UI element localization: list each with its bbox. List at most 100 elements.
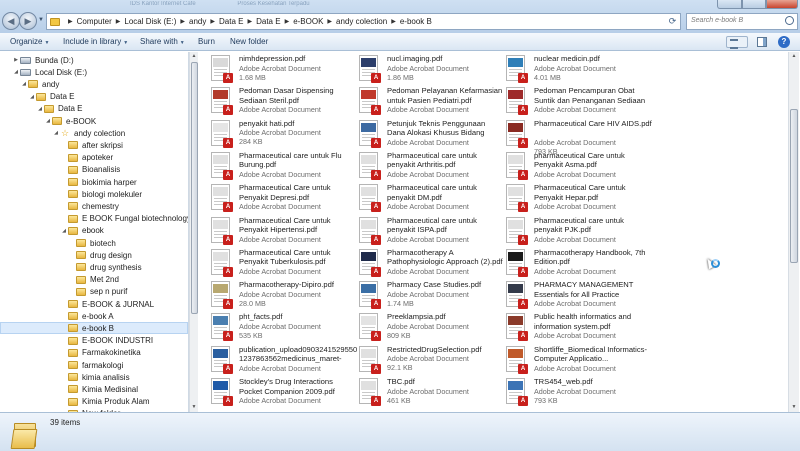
scroll-up-icon[interactable]: ▲: [789, 52, 799, 61]
preview-pane-icon[interactable]: [757, 37, 767, 47]
file-tile[interactable]: A Pharmaceutical care untuk penyakit ISPA…: [359, 215, 507, 247]
file-tile[interactable]: A Public health informatics and informati…: [506, 311, 654, 343]
file-tile[interactable]: A Stockley's Drug Interactions Pocket Com…: [211, 376, 359, 408]
nav-tree-item[interactable]: apoteker: [60, 152, 113, 164]
nav-tree-item[interactable]: biologi molekuler: [60, 188, 142, 200]
expand-arrow-icon[interactable]: ▶: [12, 57, 20, 63]
breadcrumb-separator-icon[interactable]: ▶: [68, 18, 73, 25]
nav-tree-item[interactable]: ◢ ebook: [60, 225, 104, 237]
breadcrumb-item[interactable]: Data E: [256, 17, 280, 26]
breadcrumb-separator-icon[interactable]: ▶: [116, 18, 121, 25]
search-input[interactable]: Search e-book B: [686, 13, 798, 30]
burn-button[interactable]: Burn: [198, 37, 215, 46]
nav-tree-item[interactable]: sep n purif: [68, 286, 127, 298]
file-tile[interactable]: Anuclear medicin.pdf Adobe Acrobat Docume…: [506, 53, 654, 85]
nav-tree-item[interactable]: ◢ Local Disk (E:): [12, 66, 87, 78]
scroll-down-icon[interactable]: ▼: [190, 403, 198, 412]
file-tile[interactable]: A RestrictedDrugSelection.pdf Adobe Acroba…: [359, 344, 507, 376]
nav-tree-item[interactable]: Met 2nd: [68, 274, 119, 286]
file-tile[interactable]: A Pharmaceutical care untuk penyakit DM.p…: [359, 182, 507, 214]
file-list-scrollbar[interactable]: ▲ ▼: [788, 52, 799, 412]
nav-tree-item[interactable]: E-BOOK & JURNAL: [60, 298, 154, 310]
breadcrumb-item[interactable]: e-book B: [400, 17, 432, 26]
expand-arrow-icon[interactable]: ◢: [60, 228, 68, 234]
expand-arrow-icon[interactable]: ◢: [12, 69, 20, 75]
close-button[interactable]: [766, 0, 798, 9]
help-icon[interactable]: ?: [778, 36, 790, 48]
breadcrumb-separator-icon[interactable]: ▶: [180, 18, 185, 25]
file-tile[interactable]: A Petunjuk Teknis Penggunaan Dana Alokasi…: [359, 118, 507, 150]
nav-tree-item[interactable]: e-book B: [0, 322, 188, 335]
recent-pages-dropdown[interactable]: ▼: [38, 17, 44, 23]
nav-tree-item[interactable]: chemestry: [60, 200, 119, 212]
scroll-down-icon[interactable]: ▼: [789, 403, 799, 412]
file-tile[interactable]: A TBC.pdf Adobe Acrobat Document 461 KB: [359, 376, 507, 408]
expand-arrow-icon[interactable]: ◢: [52, 130, 60, 136]
file-tile[interactable]: Apharmaceutical Care untuk Penyakit Asma…: [506, 150, 654, 182]
file-tile[interactable]: A Pharmaceutical care untuk penyakit Arth…: [359, 150, 507, 182]
file-tile[interactable]: Anucl.imaging.pdf Adobe Acrobat Document 1…: [359, 53, 507, 85]
forward-button[interactable]: ▶: [19, 12, 37, 30]
expand-arrow-icon[interactable]: ◢: [28, 94, 36, 100]
nav-tree-item[interactable]: E BOOK Fungal biotechnology: [60, 213, 188, 225]
file-tile[interactable]: A Pedoman Dasar Dispensing Sediaan Steril…: [211, 85, 359, 117]
file-tile[interactable]: Apublication_upload09032415295500 123786…: [211, 344, 359, 376]
share-with-button[interactable]: Share with ▼: [140, 37, 185, 46]
file-tile[interactable]: Apenyakit hati.pdf Adobe Acrobat Document…: [211, 118, 359, 150]
change-view-icon[interactable]: [726, 36, 748, 49]
nav-tree-item[interactable]: e-book A: [60, 310, 114, 322]
expand-arrow-icon[interactable]: ◢: [20, 81, 28, 87]
file-tile[interactable]: Animhdepression.pdf Adobe Acrobat Documen…: [211, 53, 359, 85]
nav-tree-item[interactable]: ◢ Data E: [28, 91, 74, 103]
file-tile[interactable]: A Shortliffe_Biomedical Informatics-Compu…: [506, 344, 654, 376]
breadcrumb-item[interactable]: e-BOOK: [293, 17, 323, 26]
nav-tree-item[interactable]: Bioanalisis: [60, 164, 120, 176]
file-tile[interactable]: A Pharmacotherapy Handbook, 7th Edition.p…: [506, 247, 654, 279]
file-list-scroll-thumb[interactable]: [790, 109, 798, 263]
breadcrumb-separator-icon[interactable]: ▶: [391, 18, 396, 25]
file-tile[interactable]: A Pharmaceutical Care untuk Penyakit Tube…: [211, 247, 359, 279]
nav-tree-item[interactable]: after skripsi: [60, 139, 123, 151]
nav-tree-item[interactable]: ▶ Bunda (D:): [12, 54, 74, 66]
scroll-up-icon[interactable]: ▲: [190, 52, 198, 61]
nav-tree-item[interactable]: drug design: [68, 249, 132, 261]
breadcrumb-item[interactable]: Data E: [219, 17, 243, 26]
breadcrumb-separator-icon[interactable]: ▶: [327, 18, 332, 25]
nav-tree-item[interactable]: ◢ andy: [20, 78, 59, 90]
breadcrumb-separator-icon[interactable]: ▶: [247, 18, 252, 25]
nav-tree-item[interactable]: Kimia Medisinal: [60, 383, 138, 395]
file-tile[interactable]: A Pharmacotherapy-Dipiro.pdf Adobe Acrobat…: [211, 279, 359, 311]
file-tile[interactable]: A Pharmaceutical care untuk Flu Burung.pd…: [211, 150, 359, 182]
breadcrumb-item[interactable]: Computer: [77, 17, 112, 26]
file-tile[interactable]: A Pharmaceutical Care untuk Penyakit Hipe…: [211, 215, 359, 247]
file-tile[interactable]: A Pharmaceutical Care untuk Penyakit Hepa…: [506, 182, 654, 214]
breadcrumb-item[interactable]: andy colection: [336, 17, 387, 26]
breadcrumb-separator-icon[interactable]: ▶: [210, 18, 215, 25]
address-bar[interactable]: ▶ Computer ▶ Local Disk (E:) ▶ andy ▶ Data E ▶ Da…: [46, 13, 681, 30]
minimize-button[interactable]: [717, 0, 742, 9]
file-tile[interactable]: A Pharmacy Case Studies.pdf Adobe Acrobat …: [359, 279, 507, 311]
breadcrumb-separator-icon[interactable]: ▶: [285, 18, 290, 25]
maximize-button[interactable]: [742, 0, 766, 9]
refresh-button[interactable]: ⟳: [665, 14, 680, 29]
file-tile[interactable]: A Pedoman Pelayanan Kefarmasian untuk Pas…: [359, 85, 507, 117]
nav-tree-item[interactable]: ◢ ☆ andy colection: [52, 127, 125, 139]
file-tile[interactable]: Apht_facts.pdf Adobe Acrobat Document 535 …: [211, 311, 359, 343]
file-tile[interactable]: A Pharmaceutical care untuk penyakit PJK.…: [506, 215, 654, 247]
expand-arrow-icon[interactable]: ◢: [44, 118, 52, 124]
nav-tree-item[interactable]: biokimia harper: [60, 176, 137, 188]
nav-tree-item[interactable]: E-BOOK INDUSTRI: [60, 335, 153, 347]
nav-tree-item[interactable]: kimia analisis: [60, 371, 130, 383]
navigation-scroll-thumb[interactable]: [191, 62, 198, 314]
nav-tree-item[interactable]: biotech: [68, 237, 116, 249]
file-tile[interactable]: A Pedoman Pencampuran Obat Suntik dan Pen…: [506, 85, 654, 117]
nav-tree-item[interactable]: Farmakokinetika: [60, 347, 141, 359]
organize-button[interactable]: Organize ▼: [10, 37, 49, 46]
nav-tree-item[interactable]: drug synthesis: [68, 261, 142, 273]
file-tile[interactable]: A Pharmaceutical Care untuk Penyakit Depr…: [211, 182, 359, 214]
file-tile[interactable]: A PHARMACY MANAGEMENT Essentials for All …: [506, 279, 654, 311]
nav-tree-item[interactable]: ◢ Data E: [36, 103, 82, 115]
breadcrumb-item[interactable]: Local Disk (E:): [124, 17, 176, 26]
file-tile[interactable]: A Pharmacotherapy A Pathophysiologic Appr…: [359, 247, 507, 279]
nav-tree-item[interactable]: farmakologi: [60, 359, 123, 371]
